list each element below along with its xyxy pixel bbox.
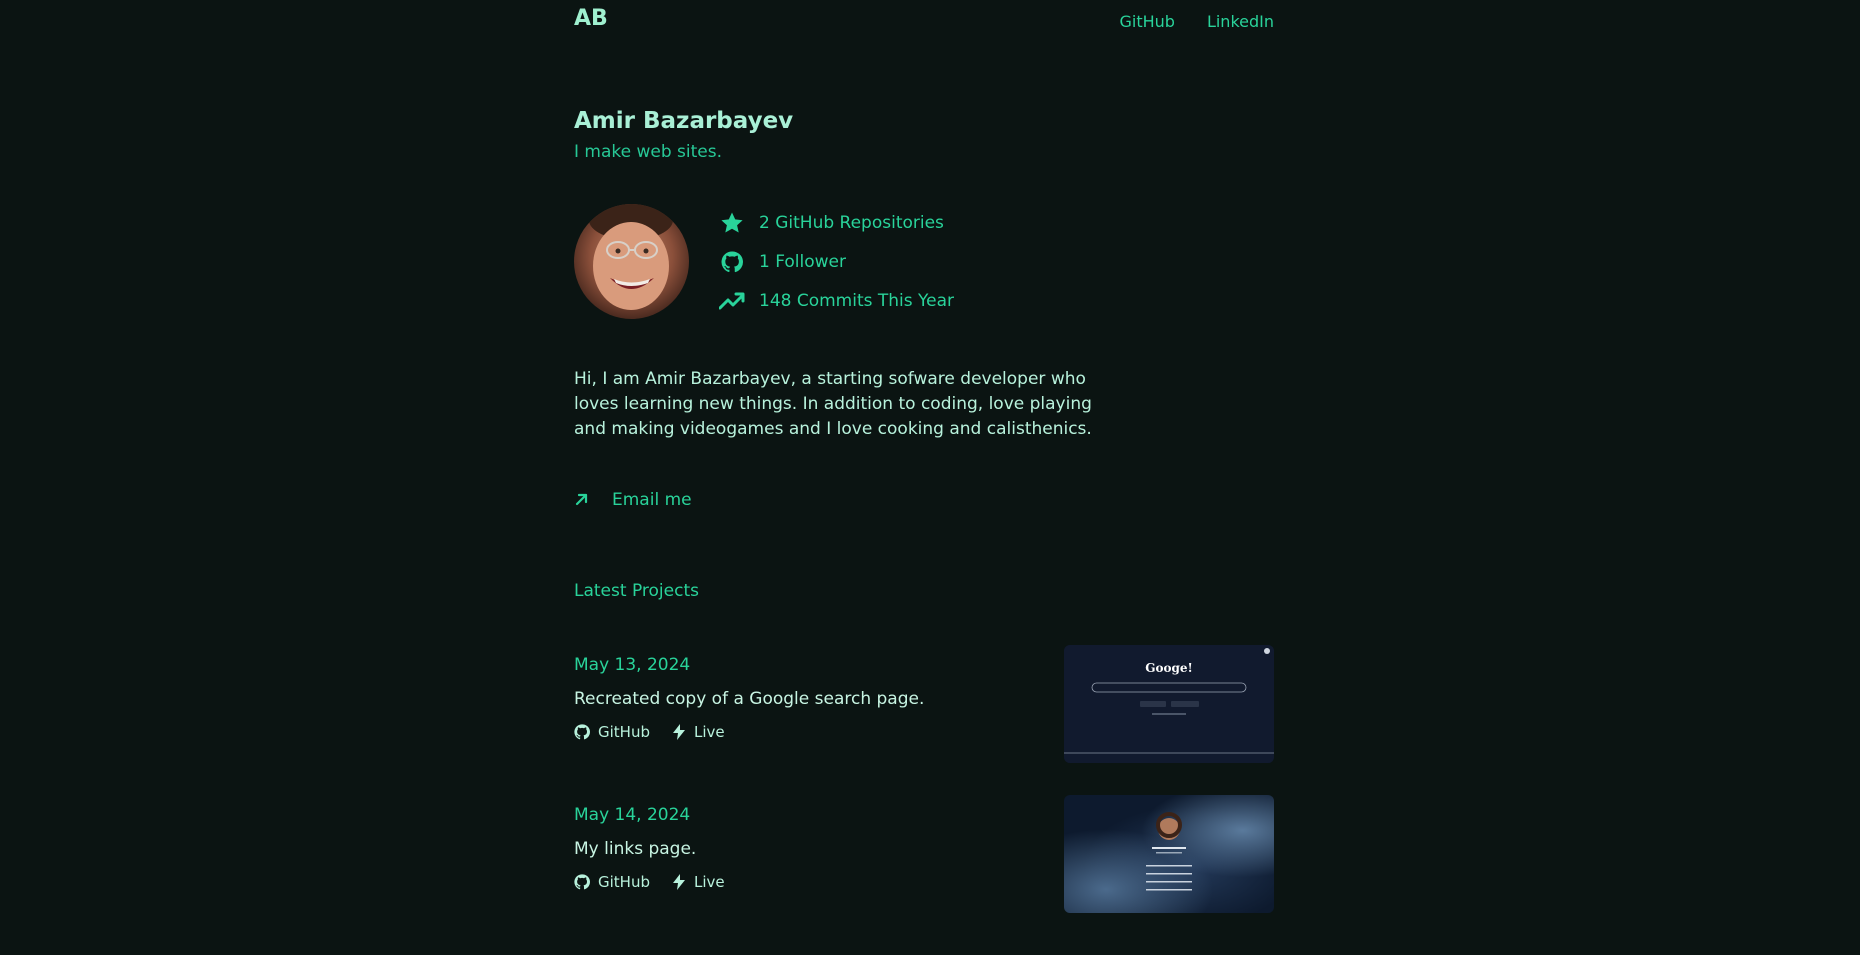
latest-projects-heading: Latest Projects [574, 581, 699, 601]
stat-commits: 148 Commits This Year [719, 288, 954, 313]
project-github-label[interactable]: GitHub [598, 723, 650, 741]
stat-followers: 1 Follower [719, 249, 954, 274]
site-logo[interactable]: AB [574, 6, 608, 31]
project-live-label[interactable]: Live [694, 873, 725, 891]
project-live-link[interactable]: Live [672, 873, 725, 891]
arrow-up-right-icon [574, 491, 592, 509]
project-date: May 13, 2024 [574, 655, 691, 675]
github-icon [574, 724, 590, 740]
project-item: May 13, 2024 Recreated copy of a Google … [574, 645, 1274, 805]
github-icon [574, 874, 590, 890]
star-icon [719, 211, 745, 235]
page-title: Amir Bazarbayev [574, 108, 794, 134]
stat-followers-label: 1 Follower [759, 251, 846, 272]
project-github-link[interactable]: GitHub [574, 723, 650, 741]
project-links: GitHub Live [574, 723, 725, 741]
project-item: May 14, 2024 My links page. GitHub Live [574, 795, 1274, 955]
page: AB GitHub LinkedIn Amir Bazarbayev I mak… [574, 0, 1274, 955]
nav-links: GitHub LinkedIn [1119, 12, 1274, 31]
lightning-icon [672, 874, 685, 890]
project-description: My links page. [574, 839, 697, 859]
github-icon [719, 250, 745, 274]
stat-commits-label: 148 Commits This Year [759, 290, 955, 311]
stats-list: 2 GitHub Repositories 1 Follower 148 Com… [719, 210, 954, 313]
project-thumbnail[interactable]: Googe! [1064, 645, 1274, 763]
email-label[interactable]: Email me [612, 490, 692, 510]
avatar [574, 204, 689, 319]
project-date: May 14, 2024 [574, 805, 691, 825]
project-live-label[interactable]: Live [694, 723, 725, 741]
project-description: Recreated copy of a Google search page. [574, 689, 925, 709]
nav-linkedin-link[interactable]: LinkedIn [1207, 12, 1274, 31]
nav-github-link[interactable]: GitHub [1119, 12, 1174, 31]
project-live-link[interactable]: Live [672, 723, 725, 741]
top-nav: AB GitHub LinkedIn [574, 0, 1274, 44]
bio-text: Hi, I am Amir Bazarbayev, a starting sof… [574, 369, 1092, 439]
trending-up-icon [719, 289, 745, 313]
lightning-icon [672, 724, 685, 740]
project-links: GitHub Live [574, 873, 725, 891]
stat-repositories: 2 GitHub Repositories [719, 210, 954, 235]
stat-repositories-label: 2 GitHub Repositories [759, 212, 944, 233]
project-github-label[interactable]: GitHub [598, 873, 650, 891]
tagline: I make web sites. [574, 142, 723, 162]
thumbnail-title: Googe! [1145, 661, 1193, 675]
email-link[interactable]: Email me [574, 490, 1274, 510]
project-github-link[interactable]: GitHub [574, 873, 650, 891]
profile-section: 2 GitHub Repositories 1 Follower 148 Com… [574, 204, 1274, 319]
project-thumbnail[interactable] [1064, 795, 1274, 913]
